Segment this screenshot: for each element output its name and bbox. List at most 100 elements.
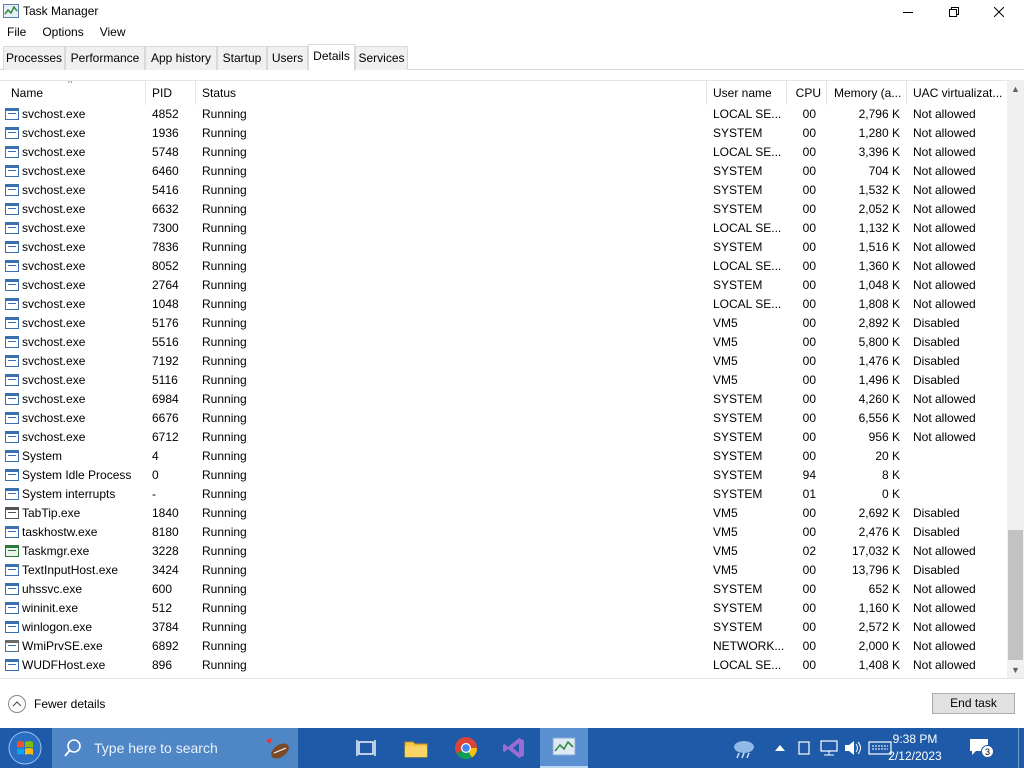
cell-cpu: 00 — [802, 202, 816, 216]
minimize-button[interactable] — [885, 0, 931, 23]
taskbar-search-box[interactable]: Type here to search — [52, 728, 298, 768]
column-header-name[interactable]: ^ Name — [0, 81, 146, 105]
table-row[interactable]: TextInputHost.exe 3424 Running VM5 00 13,796 … — [0, 561, 1007, 580]
cell-cpu: 00 — [802, 601, 816, 615]
cell-pid: 5176 — [152, 316, 179, 330]
column-header-memory[interactable]: Memory (a... — [827, 81, 907, 105]
volume-icon[interactable] — [842, 728, 864, 768]
column-header-pid[interactable]: PID — [146, 81, 196, 105]
table-row[interactable]: svchost.exe 6632 Running SYSTEM 00 2,052 K Not… — [0, 200, 1007, 219]
notification-center-button[interactable]: 3 — [968, 737, 996, 759]
cell-name: svchost.exe — [22, 164, 86, 178]
task-manager-taskbar-button[interactable] — [540, 728, 588, 768]
app-window-icon — [5, 298, 19, 310]
table-row[interactable]: svchost.exe 8052 Running LOCAL SE... 00 1,360… — [0, 257, 1007, 276]
table-row[interactable]: svchost.exe 6676 Running SYSTEM 00 6,556 K Not… — [0, 409, 1007, 428]
cell-memory: 8 K — [881, 468, 900, 482]
show-desktop-button[interactable] — [1018, 728, 1019, 768]
tab-startup[interactable]: Startup — [217, 46, 267, 70]
table-row[interactable]: svchost.exe 7192 Running VM5 00 1,476 K Disabl… — [0, 352, 1007, 371]
table-row[interactable]: svchost.exe 5416 Running SYSTEM 00 1,532 K Not… — [0, 181, 1007, 200]
app-window-icon — [5, 564, 19, 576]
table-row[interactable]: WUDFHost.exe 896 Running LOCAL SE... 00 1,408… — [0, 656, 1007, 675]
cell-cpu: 00 — [802, 449, 816, 463]
close-button[interactable] — [976, 0, 1022, 23]
scroll-down-icon[interactable]: ▼ — [1007, 661, 1024, 678]
chrome-button[interactable] — [442, 728, 490, 768]
cell-user: LOCAL SE... — [713, 145, 782, 159]
column-header-status-label: Status — [202, 86, 237, 100]
column-header-user-name[interactable]: User name — [707, 81, 787, 105]
tab-app-history[interactable]: App history — [145, 46, 217, 70]
cell-user: LOCAL SE... — [713, 297, 782, 311]
restore-button[interactable] — [931, 0, 977, 23]
table-row[interactable]: svchost.exe 5116 Running VM5 00 1,496 K Disabl… — [0, 371, 1007, 390]
table-row[interactable]: System 4 Running SYSTEM 00 20 K — [0, 447, 1007, 466]
table-row[interactable]: svchost.exe 1936 Running SYSTEM 00 1,280 K Not… — [0, 124, 1007, 143]
scroll-up-icon[interactable]: ▲ — [1007, 80, 1024, 97]
file-explorer-button[interactable] — [392, 728, 440, 768]
tab-users[interactable]: Users — [267, 46, 308, 70]
visual-studio-button[interactable] — [490, 728, 538, 768]
column-header-user-label: User name — [713, 86, 772, 100]
table-row[interactable]: WmiPrvSE.exe 6892 Running NETWORK... 00 2,000… — [0, 637, 1007, 656]
cell-pid: 5416 — [152, 183, 179, 197]
cell-pid: 6460 — [152, 164, 179, 178]
cell-uac: Not allowed — [913, 221, 976, 235]
table-row[interactable]: TabTip.exe 1840 Running VM5 00 2,692 K Disable… — [0, 504, 1007, 523]
cell-cpu: 00 — [802, 221, 816, 235]
end-task-button[interactable]: End task — [932, 693, 1015, 714]
vertical-scrollbar[interactable]: ▲ ▼ — [1007, 80, 1024, 678]
weather-icon[interactable] — [728, 728, 760, 768]
table-row[interactable]: Taskmgr.exe 3228 Running VM5 02 17,032 K Not a… — [0, 542, 1007, 561]
tablet-icon[interactable] — [795, 728, 813, 768]
column-header-status[interactable]: Status — [196, 81, 707, 105]
column-header-uac[interactable]: UAC virtualizat... — [907, 81, 1007, 105]
table-row[interactable]: svchost.exe 7300 Running LOCAL SE... 00 1,132… — [0, 219, 1007, 238]
cell-name: svchost.exe — [22, 259, 86, 273]
cell-pid: 4852 — [152, 107, 179, 121]
cell-name: TabTip.exe — [22, 506, 81, 520]
cell-pid: 1048 — [152, 297, 179, 311]
network-icon[interactable] — [818, 728, 840, 768]
table-row[interactable]: winlogon.exe 3784 Running SYSTEM 00 2,572 K No… — [0, 618, 1007, 637]
menu-options[interactable]: Options — [34, 23, 91, 43]
column-header-cpu[interactable]: CPU — [787, 81, 827, 105]
window-title: Task Manager — [23, 4, 99, 18]
tab-services[interactable]: Services — [355, 46, 408, 70]
chevron-up-icon[interactable] — [8, 695, 26, 713]
menu-file[interactable]: File — [0, 23, 34, 43]
table-row[interactable]: System Idle Process 0 Running SYSTEM 94 8 K — [0, 466, 1007, 485]
menu-view[interactable]: View — [92, 23, 134, 43]
table-row[interactable]: taskhostw.exe 8180 Running VM5 00 2,476 K Disa… — [0, 523, 1007, 542]
cell-status: Running — [202, 658, 247, 672]
table-row[interactable]: svchost.exe 4852 Running LOCAL SE... 00 2,796… — [0, 105, 1007, 124]
table-row[interactable]: svchost.exe 6712 Running SYSTEM 00 956 K Not a… — [0, 428, 1007, 447]
tab-performance[interactable]: Performance — [65, 46, 145, 70]
cell-pid: 2764 — [152, 278, 179, 292]
table-row[interactable]: wininit.exe 512 Running SYSTEM 00 1,160 K Not … — [0, 599, 1007, 618]
table-row[interactable]: svchost.exe 6460 Running SYSTEM 00 704 K Not a… — [0, 162, 1007, 181]
cell-name: svchost.exe — [22, 183, 86, 197]
taskbar-clock[interactable]: 9:38 PM 2/12/2023 — [880, 731, 950, 765]
app-window-icon — [5, 412, 19, 424]
fewer-details-link[interactable]: Fewer details — [34, 697, 105, 711]
table-row[interactable]: uhssvc.exe 600 Running SYSTEM 00 652 K Not all… — [0, 580, 1007, 599]
table-row[interactable]: svchost.exe 5748 Running LOCAL SE... 00 3,396… — [0, 143, 1007, 162]
table-row[interactable]: svchost.exe 2764 Running SYSTEM 00 1,048 K Not… — [0, 276, 1007, 295]
show-hidden-icons-icon[interactable] — [770, 728, 790, 768]
scrollbar-thumb[interactable] — [1008, 530, 1023, 660]
table-row[interactable]: svchost.exe 5516 Running VM5 00 5,800 K Disabl… — [0, 333, 1007, 352]
table-row[interactable]: svchost.exe 6984 Running SYSTEM 00 4,260 K Not… — [0, 390, 1007, 409]
table-row[interactable]: svchost.exe 1048 Running LOCAL SE... 00 1,808… — [0, 295, 1007, 314]
cell-status: Running — [202, 468, 247, 482]
start-button[interactable] — [0, 728, 50, 768]
table-row[interactable]: svchost.exe 7836 Running SYSTEM 00 1,516 K Not… — [0, 238, 1007, 257]
tab-details[interactable]: Details — [308, 44, 355, 71]
task-view-button[interactable] — [342, 728, 390, 768]
tab-processes[interactable]: Processes — [3, 46, 65, 70]
cell-uac: Not allowed — [913, 392, 976, 406]
table-row[interactable]: svchost.exe 5176 Running VM5 00 2,892 K Disabl… — [0, 314, 1007, 333]
table-row[interactable]: System interrupts - Running SYSTEM 01 0 K — [0, 485, 1007, 504]
cell-status: Running — [202, 259, 247, 273]
